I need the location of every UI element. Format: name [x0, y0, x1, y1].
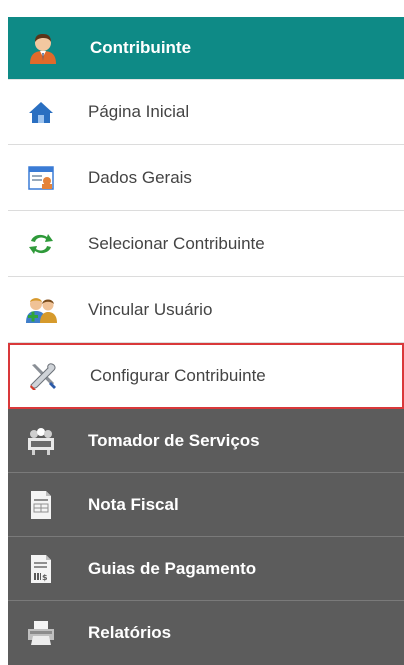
home-icon [24, 95, 58, 129]
menu-item-dados-gerais[interactable]: Dados Gerais [8, 145, 404, 211]
svg-text:$: $ [42, 573, 48, 582]
printer-icon [24, 616, 58, 650]
menu-section-label: Tomador de Serviços [88, 430, 260, 450]
menu-section-label: Relatórios [88, 623, 172, 642]
menu-item-selecionar-contribuinte[interactable]: Selecionar Contribuinte [8, 211, 404, 277]
payment-slip-icon: $ [24, 552, 58, 586]
menu-header-label: Contribuinte [90, 38, 192, 57]
menu-item-configurar-contribuinte[interactable]: Configurar Contribuinte [8, 343, 404, 409]
menu-item-label: Configurar Contribuinte [90, 366, 266, 385]
menu-item-vincular-usuario[interactable]: Vincular Usuário [8, 277, 404, 343]
menu-item-label: Selecionar Contribuinte [88, 233, 265, 253]
add-users-icon [24, 293, 58, 327]
invoice-icon [24, 488, 58, 522]
swap-arrows-icon [24, 227, 58, 261]
menu-header-contribuinte[interactable]: Contribuinte [8, 17, 404, 79]
menu-section-tomador-de-servicos[interactable]: Tomador de Serviços [8, 409, 404, 473]
menu-section-guias-de-pagamento[interactable]: $ Guias de Pagamento [8, 537, 404, 601]
id-card-icon [24, 161, 58, 195]
menu-section-label: Nota Fiscal [88, 494, 179, 514]
menu-item-label: Dados Gerais [88, 167, 192, 187]
menu-section-nota-fiscal[interactable]: Nota Fiscal [8, 473, 404, 537]
sidebar-menu: Contribuinte Página Inicial Dados Gerais [8, 17, 404, 665]
group-icon [24, 424, 58, 458]
menu-item-pagina-inicial[interactable]: Página Inicial [8, 79, 404, 145]
menu-section-label: Guias de Pagamento [88, 558, 257, 578]
user-avatar-icon [26, 31, 60, 65]
menu-item-label: Página Inicial [88, 102, 190, 121]
menu-section-relatorios[interactable]: Relatórios [8, 601, 404, 665]
menu-item-label: Vincular Usuário [88, 299, 213, 319]
tools-icon [26, 359, 60, 393]
